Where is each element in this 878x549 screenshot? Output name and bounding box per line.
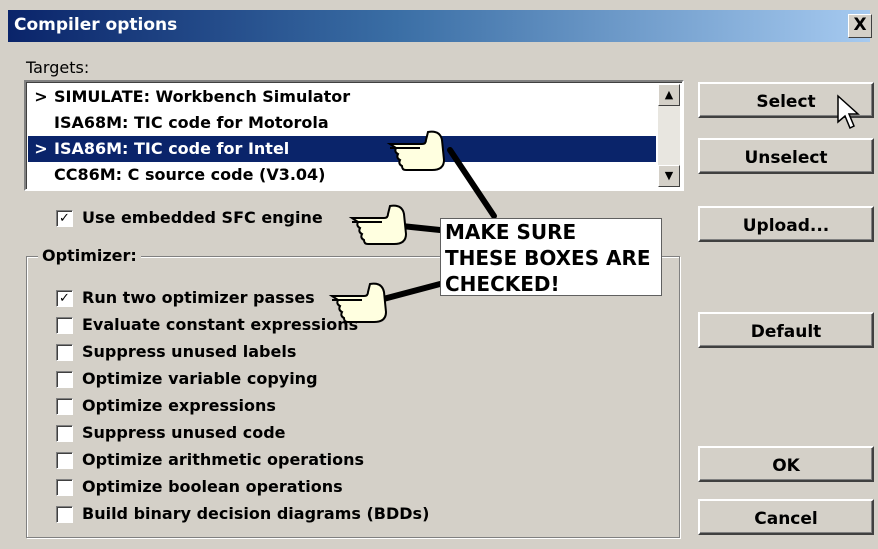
optimizer-checkbox[interactable]: ✓ xyxy=(56,290,73,307)
optimizer-option-label: Build binary decision diagrams (BDDs) xyxy=(82,504,430,523)
target-item-label: ISA68M: TIC code for Motorola xyxy=(54,113,329,132)
compiler-options-dialog: Compiler options X Targets: > SIMULATE: W… xyxy=(0,0,878,549)
optimizer-option-label: Optimize expressions xyxy=(82,396,276,415)
checkmark-icon: ✓ xyxy=(59,291,70,306)
optimizer-checkbox[interactable] xyxy=(56,371,73,388)
optimizer-checkbox[interactable] xyxy=(56,398,73,415)
window-title: Compiler options xyxy=(14,15,178,35)
cancel-button[interactable]: Cancel xyxy=(698,499,874,535)
optimizer-option-label: Optimize arithmetic operations xyxy=(82,450,365,469)
targets-listbox[interactable]: > SIMULATE: Workbench Simulator ISA68M: T… xyxy=(24,80,684,191)
close-icon: X xyxy=(853,15,867,35)
checkmark-icon: ✓ xyxy=(59,211,70,226)
optimizer-group-title: Optimizer: xyxy=(38,246,141,265)
active-marker: > xyxy=(34,87,48,106)
embedded-sfc-checkbox[interactable]: ✓ xyxy=(56,210,73,227)
arrow-down-icon: ▼ xyxy=(664,169,674,182)
optimizer-checkbox[interactable] xyxy=(56,344,73,361)
callout-line: MAKE SURE xyxy=(445,220,577,244)
scroll-up-button[interactable]: ▲ xyxy=(658,84,680,106)
title-bar[interactable]: Compiler options X xyxy=(8,10,872,42)
unselect-button[interactable]: Unselect xyxy=(698,138,874,174)
callout-line: CHECKED! xyxy=(445,272,560,296)
default-button[interactable]: Default xyxy=(698,312,874,348)
instruction-callout: MAKE SURE THESE BOXES ARE CHECKED! xyxy=(440,218,662,296)
select-button[interactable]: Select xyxy=(698,82,874,118)
optimizer-checkbox[interactable] xyxy=(56,425,73,442)
optimizer-checkbox[interactable] xyxy=(56,506,73,523)
target-item-isa68m[interactable]: ISA68M: TIC code for Motorola xyxy=(28,110,656,136)
optimizer-option-label: Suppress unused labels xyxy=(82,342,297,361)
optimizer-option-label: Run two optimizer passes xyxy=(82,288,315,307)
optimizer-option-label: Suppress unused code xyxy=(82,423,286,442)
close-button[interactable]: X xyxy=(848,14,872,38)
targets-scrollbar[interactable]: ▲ ▼ xyxy=(658,84,680,187)
target-item-label: ISA86M: TIC code for Intel xyxy=(54,139,290,158)
target-item-label: SIMULATE: Workbench Simulator xyxy=(54,87,351,106)
active-marker: > xyxy=(34,139,48,158)
target-item-cc86m[interactable]: CC86M: C source code (V3.04) xyxy=(28,162,656,188)
embedded-sfc-label: Use embedded SFC engine xyxy=(82,208,323,227)
optimizer-checkbox[interactable] xyxy=(56,479,73,496)
target-item-simulate[interactable]: > SIMULATE: Workbench Simulator xyxy=(28,84,656,110)
optimizer-option-label: Evaluate constant expressions xyxy=(82,315,359,334)
target-item-label: CC86M: C source code (V3.04) xyxy=(54,165,326,184)
callout-line: THESE BOXES ARE xyxy=(445,246,651,270)
target-item-isa86m[interactable]: > ISA86M: TIC code for Intel xyxy=(28,136,656,162)
optimizer-checkbox[interactable] xyxy=(56,317,73,334)
optimizer-checkbox[interactable] xyxy=(56,452,73,469)
optimizer-option-label: Optimize variable copying xyxy=(82,369,318,388)
upload-button[interactable]: Upload... xyxy=(698,206,874,242)
optimizer-option-label: Optimize boolean operations xyxy=(82,477,343,496)
pointing-hand-icon xyxy=(348,204,408,245)
arrow-up-icon: ▲ xyxy=(664,88,674,101)
ok-button[interactable]: OK xyxy=(698,446,874,482)
scroll-down-button[interactable]: ▼ xyxy=(658,165,680,187)
targets-label: Targets: xyxy=(26,58,90,77)
